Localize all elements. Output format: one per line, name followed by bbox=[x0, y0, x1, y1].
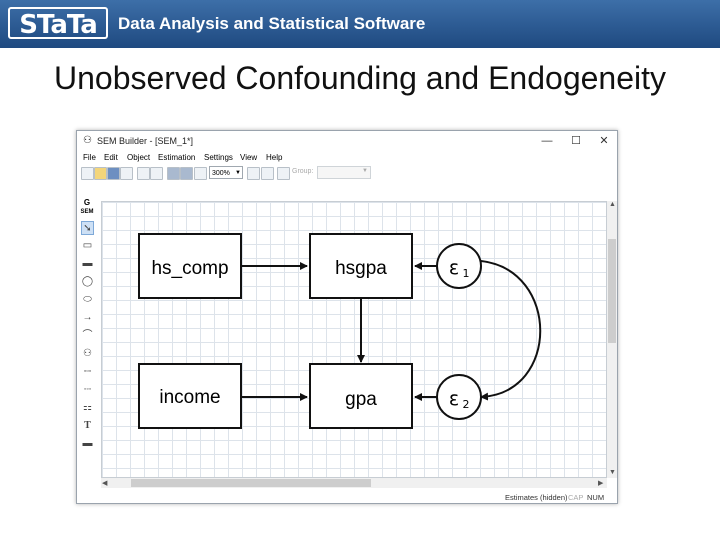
error-e1-index: 1 bbox=[463, 267, 470, 280]
node-hs_comp-label: hs_comp bbox=[151, 258, 228, 279]
node-hsgpa-label: hsgpa bbox=[335, 258, 387, 279]
node-gpa-label: gpa bbox=[345, 389, 377, 410]
error-e2-index: 2 bbox=[463, 398, 470, 411]
covariance-e1-e2[interactable] bbox=[473, 256, 542, 401]
error-e2-symbol: ε bbox=[449, 388, 459, 410]
path-diagram: hs_comp hsgpa income gpa ε 1 ε 2 bbox=[138, 233, 542, 429]
error-e1-symbol: ε bbox=[449, 257, 459, 279]
node-income-label: income bbox=[159, 387, 220, 408]
